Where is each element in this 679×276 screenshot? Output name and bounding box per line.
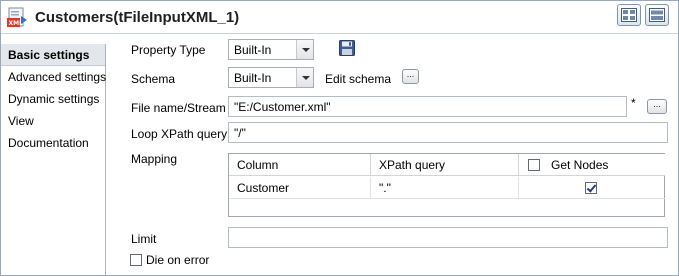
loop-xpath-value: "/" (234, 126, 246, 140)
chevron-down-icon[interactable] (296, 40, 313, 59)
chevron-down-icon[interactable] (296, 68, 313, 87)
component-xml-file-icon: XML (7, 7, 27, 27)
loop-xpath-label: Loop XPath query (131, 127, 228, 141)
sidebar-item-advanced-settings[interactable]: Advanced settings (1, 66, 106, 88)
column-header-get-nodes[interactable]: Get Nodes (519, 154, 665, 176)
mapping-label: Mapping (131, 152, 178, 166)
table-cell-column[interactable]: Customer (229, 177, 371, 199)
property-type-select[interactable]: Built-In (228, 39, 314, 60)
file-name-value: "E:/Customer.xml" (234, 100, 331, 114)
settings-sidebar: Basic settings Advanced settings Dynamic… (1, 44, 106, 275)
form-view-icon (649, 8, 665, 22)
panel-header: XML Customers(tFileInputXML_1) (1, 1, 678, 34)
form-view-button[interactable] (645, 4, 669, 26)
tabular-view-icon (621, 8, 637, 22)
edit-schema-label: Edit schema (325, 72, 392, 86)
edit-schema-button[interactable]: ... (402, 69, 419, 84)
save-icon[interactable] (339, 40, 355, 56)
schema-label: Schema (131, 72, 176, 86)
column-header-column[interactable]: Column (229, 154, 371, 176)
required-marker: * (631, 96, 636, 110)
page-title: Customers(tFileInputXML_1) (35, 9, 240, 26)
die-on-error-checkbox[interactable] (130, 254, 142, 266)
mapping-table: Column XPath query Get Nodes Customer ".… (228, 153, 665, 217)
get-nodes-header-label: Get Nodes (551, 158, 609, 172)
file-name-input[interactable]: "E:/Customer.xml" (228, 96, 627, 117)
column-header-xpath-query[interactable]: XPath query (371, 154, 519, 176)
loop-xpath-input[interactable]: "/" (228, 122, 668, 143)
table-cell-get-nodes (519, 177, 665, 199)
schema-select[interactable]: Built-In (228, 67, 314, 88)
tabular-view-button[interactable] (617, 4, 641, 26)
file-name-label: File name/Stream (131, 101, 226, 115)
property-type-label: Property Type (131, 43, 206, 57)
die-on-error-label: Die on error (146, 253, 210, 267)
browse-file-button[interactable]: ... (647, 99, 667, 114)
schema-value: Built-In (234, 71, 272, 85)
sidebar-item-view[interactable]: View (1, 110, 105, 132)
table-cell-xpath[interactable]: "." (371, 177, 519, 199)
svg-text:XML: XML (9, 20, 24, 27)
limit-label: Limit (131, 232, 157, 246)
limit-input[interactable] (228, 227, 668, 248)
get-nodes-header-checkbox[interactable] (528, 159, 540, 171)
sidebar-item-dynamic-settings[interactable]: Dynamic settings (1, 88, 105, 110)
sidebar-item-documentation[interactable]: Documentation (1, 132, 105, 154)
sidebar-item-basic-settings[interactable]: Basic settings (1, 44, 105, 66)
get-nodes-checkbox[interactable] (585, 182, 597, 194)
property-type-value: Built-In (234, 43, 272, 57)
